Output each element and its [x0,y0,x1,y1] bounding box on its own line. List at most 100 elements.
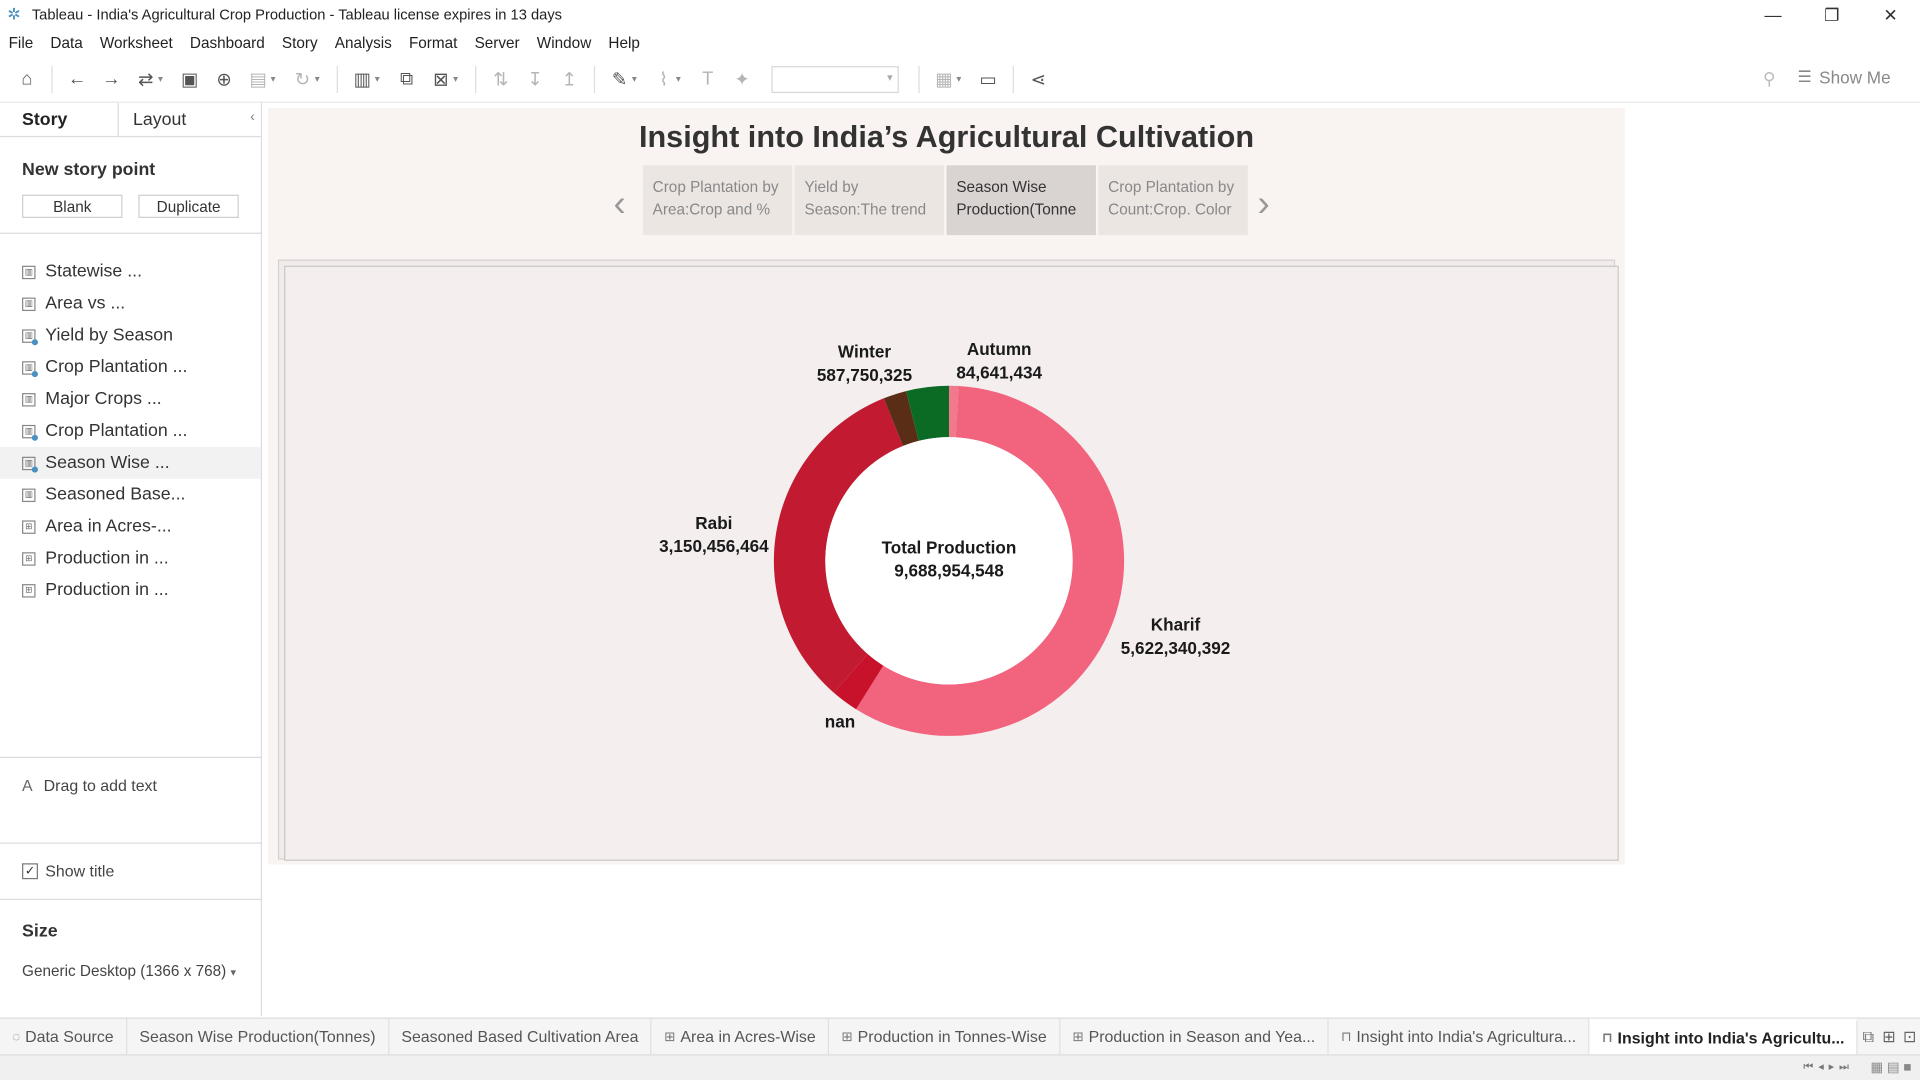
tab-story-active[interactable]: ⊓ Insight into India's Agricultu... [1589,1018,1858,1055]
tab-story[interactable]: ⊓ Insight into India's Agricultura... [1329,1018,1590,1055]
home-icon[interactable]: ⌂ [10,62,44,96]
close-button[interactable]: ✕ [1861,0,1920,29]
tab-data-source[interactable]: ◌ Data Source [0,1018,128,1055]
minimize-button[interactable]: — [1744,0,1803,29]
sheet-item[interactable]: ⊞ Area in Acres-... [0,511,261,543]
pause-dropdown-icon[interactable]: ▾ [271,73,281,84]
story-point-active[interactable]: Season Wise Production(Tonne [946,165,1096,236]
fit-dropdown[interactable] [771,65,899,93]
tab-layout[interactable]: Layout ‹ [117,102,261,138]
menu-data[interactable]: Data [42,34,91,51]
redo-icon[interactable]: → [94,62,128,96]
chevron-down-icon: ▾ [230,966,237,979]
replay-dropdown-icon[interactable]: ▾ [158,73,168,84]
menu-analysis[interactable]: Analysis [326,34,400,51]
tab-label: Production in Season and Yea... [1088,1027,1316,1046]
story-point[interactable]: Yield by Season:The trend [794,165,945,236]
menu-server[interactable]: Server [466,34,528,51]
share-icon[interactable]: ⋖ [1021,62,1055,96]
tab-sheet[interactable]: ⊞ Area in Acres-Wise [652,1018,830,1055]
table-icon: ⊞ [22,551,36,566]
sheet-tabs-bar: ◌ Data Source Season Wise Production(Tonn… [0,1017,1920,1055]
size-value: Generic Desktop (1366 x 768) [22,962,227,980]
tab-sheet[interactable]: Seasoned Based Cultivation Area [389,1018,652,1055]
table-icon: ⊞ [841,1029,853,1045]
show-me-button[interactable]: ☰ Show Me [1798,67,1891,87]
menu-file[interactable]: File [0,34,42,51]
sort-ascending-icon[interactable]: ↧ [518,62,552,96]
sheet-item[interactable]: ▥ Seasoned Base... [0,479,261,511]
highlight-dropdown-icon[interactable]: ▾ [632,73,642,84]
swap-axes-icon[interactable]: ⇅ [484,62,518,96]
blank-button[interactable]: Blank [22,194,123,218]
presentation-mode-icon[interactable]: ▭ [971,62,1005,96]
restore-button[interactable]: ❐ [1802,0,1861,29]
chart-area: Total Production 9,688,954,548 Kharif 5,622… [284,265,1620,862]
window-titlebar: ✲ Tableau - India's Agricultural Crop Pr… [0,0,1920,29]
worksheet-icon: ▥ [22,265,36,279]
previous-point-icon[interactable]: ‹ [613,184,625,226]
slice-value-winter: 587,750,325 [817,365,913,385]
drag-text-item[interactable]: A Drag to add text [22,776,157,794]
window-controls: — ❐ ✕ [1744,0,1920,29]
story-title: Insight into India’s Agricultural Cultiv… [638,120,1255,155]
duplicate-sheet-icon[interactable]: ⧉ [389,62,423,96]
dashboard-icon: ▥ [22,456,38,473]
new-story-tab-icon[interactable]: ⊡ [1899,1027,1920,1047]
sheet-item[interactable]: ▥ Major Crops ... [0,383,261,415]
new-story-point-buttons: Blank Duplicate [22,194,261,218]
menu-dashboard[interactable]: Dashboard [181,34,273,51]
sheet-item[interactable]: ⊞ Production in ... [0,542,261,574]
clear-dropdown-icon[interactable]: ▾ [453,73,463,84]
sheet-item[interactable]: ▥ Statewise ... [0,256,261,288]
duplicate-button[interactable]: Duplicate [138,194,239,218]
save-icon[interactable]: ▣ [173,62,207,96]
tab-sheet[interactable]: Season Wise Production(Tonnes) [127,1018,390,1055]
divider [0,756,263,758]
undo-icon[interactable]: ← [60,62,94,96]
menu-format[interactable]: Format [400,34,466,51]
worksheet-icon: ▥ [22,296,36,311]
menu-story[interactable]: Story [273,34,326,51]
menu-window[interactable]: Window [528,34,600,51]
view-mode-icon[interactable]: ▦▤■ [1871,1059,1916,1075]
pin-icon[interactable]: ⚲ [1763,69,1776,90]
sheet-item[interactable]: ▥ Crop Plantation ... [0,351,261,383]
tab-story[interactable]: Story [0,103,117,137]
menu-help[interactable]: Help [600,34,649,51]
sheet-item[interactable]: ▥ Area vs ... [0,288,261,320]
sort-descending-icon[interactable]: ↥ [552,62,586,96]
tab-sheet[interactable]: ⊞ Production in Tonnes-Wise [829,1018,1061,1055]
menu-worksheet[interactable]: Worksheet [91,34,181,51]
new-worksheet-tab-icon[interactable]: ⧉ [1858,1027,1879,1047]
show-labels-icon[interactable]: T [691,62,725,96]
refresh-dropdown-icon[interactable]: ▾ [315,73,325,84]
group-dropdown-icon[interactable]: ▾ [676,73,686,84]
story-navigator: Crop Plantation by Area:Crop and % Yield… [642,165,1250,236]
show-title-checkbox[interactable]: ✓ Show title [22,862,114,880]
new-datasource-icon[interactable]: ⊕ [207,62,241,96]
new-dashboard-tab-icon[interactable]: ⊞ [1879,1027,1900,1047]
sheet-item[interactable]: ⊞ Production in ... [0,574,261,606]
donut-chart[interactable]: Total Production 9,688,954,548 Kharif 5,622… [285,267,1620,862]
toolbar-divider [593,65,596,93]
sheet-navigation-icon[interactable]: ⏮◂▸⏭ [1803,1060,1854,1073]
center-value: 9,688,954,548 [894,561,1004,581]
slice-value-kharif: 5,622,340,392 [1121,638,1231,658]
table-icon: ⊞ [22,519,36,534]
tab-label: Area in Acres-Wise [680,1027,816,1046]
tab-sheet[interactable]: ⊞ Production in Season and Yea... [1060,1018,1329,1055]
table-icon: ⊞ [1072,1029,1084,1045]
new-worksheet-dropdown-icon[interactable]: ▾ [375,73,385,84]
story-point[interactable]: Crop Plantation by Count:Crop. Color [1098,165,1248,236]
show-cards-dropdown-icon[interactable]: ▾ [956,73,966,84]
size-dropdown[interactable]: Generic Desktop (1366 x 768) ▾ [22,962,236,979]
fix-axes-icon[interactable]: ✦ [725,62,759,96]
tab-label: Insight into India's Agricultu... [1617,1028,1845,1047]
collapse-icon[interactable]: ‹ [250,110,254,125]
next-point-icon[interactable]: › [1258,184,1270,226]
sheet-item[interactable]: ▥ Yield by Season [0,320,261,352]
story-point[interactable]: Crop Plantation by Area:Crop and % [642,165,793,236]
sheet-item-active[interactable]: ▥ Season Wise ... [0,446,261,479]
sheet-item[interactable]: ▥ Crop Plantation ... [0,415,261,447]
